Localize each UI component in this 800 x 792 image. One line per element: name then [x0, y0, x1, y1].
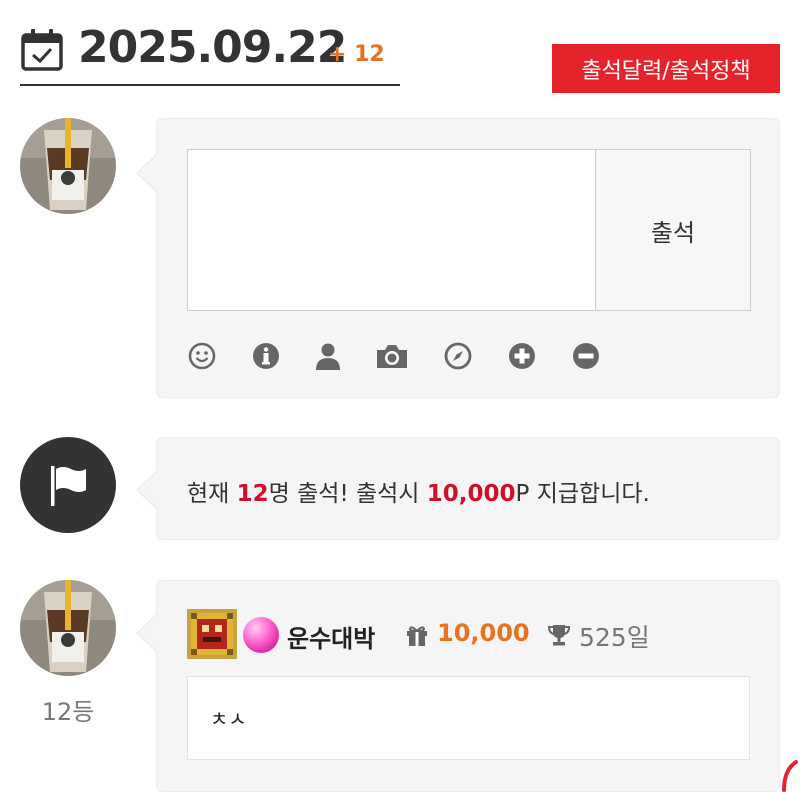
- notice-count: 12: [236, 481, 269, 507]
- date-header: 2025.09.22 + 12: [20, 20, 400, 86]
- entry-user-row: 운수대박 10,000 525일: [187, 609, 747, 659]
- flag-icon: [51, 466, 86, 506]
- entry-comment: ㅊㅅ: [210, 707, 247, 731]
- attendance-policy-button[interactable]: 출석달력/출석정책: [552, 44, 780, 93]
- entry-attendance-days: 525일: [579, 623, 650, 652]
- entry-avatar: [20, 580, 116, 676]
- trophy-icon: [547, 625, 571, 646]
- notice-panel: 현재 12명 출석! 출석시 10,000P 지급합니다.: [136, 437, 780, 540]
- calendar-check-icon: [21, 29, 63, 71]
- attendance-entry: 운수대박 10,000 525일 ㅊㅅ: [136, 580, 780, 792]
- compose-panel: 출석: [136, 118, 780, 398]
- red-arc-decoration: [782, 760, 798, 792]
- smile-icon[interactable]: [187, 341, 217, 371]
- flag-avatar: [20, 437, 116, 533]
- entry-nickname[interactable]: 운수대박: [287, 619, 375, 654]
- attendance-notice: 현재 12명 출석! 출석시 10,000P 지급합니다.: [187, 481, 650, 507]
- attendance-count-badge: + 12: [328, 42, 385, 67]
- gift-icon: [407, 626, 427, 646]
- compass-icon[interactable]: [443, 341, 473, 371]
- page-title-date: 2025.09.22: [78, 22, 347, 73]
- avatar: [20, 118, 116, 214]
- user-icon[interactable]: [313, 341, 343, 371]
- entry-comment-box: ㅊㅅ: [187, 676, 750, 760]
- minus-circle-icon[interactable]: [571, 341, 601, 371]
- camera-icon[interactable]: [375, 341, 409, 371]
- notice-points: 10,000: [426, 481, 516, 507]
- comment-textarea[interactable]: [187, 149, 595, 311]
- pink-orb-icon: [243, 617, 279, 653]
- info-icon[interactable]: [251, 341, 281, 371]
- plus-circle-icon[interactable]: [507, 341, 537, 371]
- entry-points: 10,000: [437, 619, 530, 647]
- attend-submit-button[interactable]: 출석: [595, 149, 751, 311]
- entry-rank: 12등: [41, 698, 95, 726]
- level-badge-icon: [187, 609, 237, 659]
